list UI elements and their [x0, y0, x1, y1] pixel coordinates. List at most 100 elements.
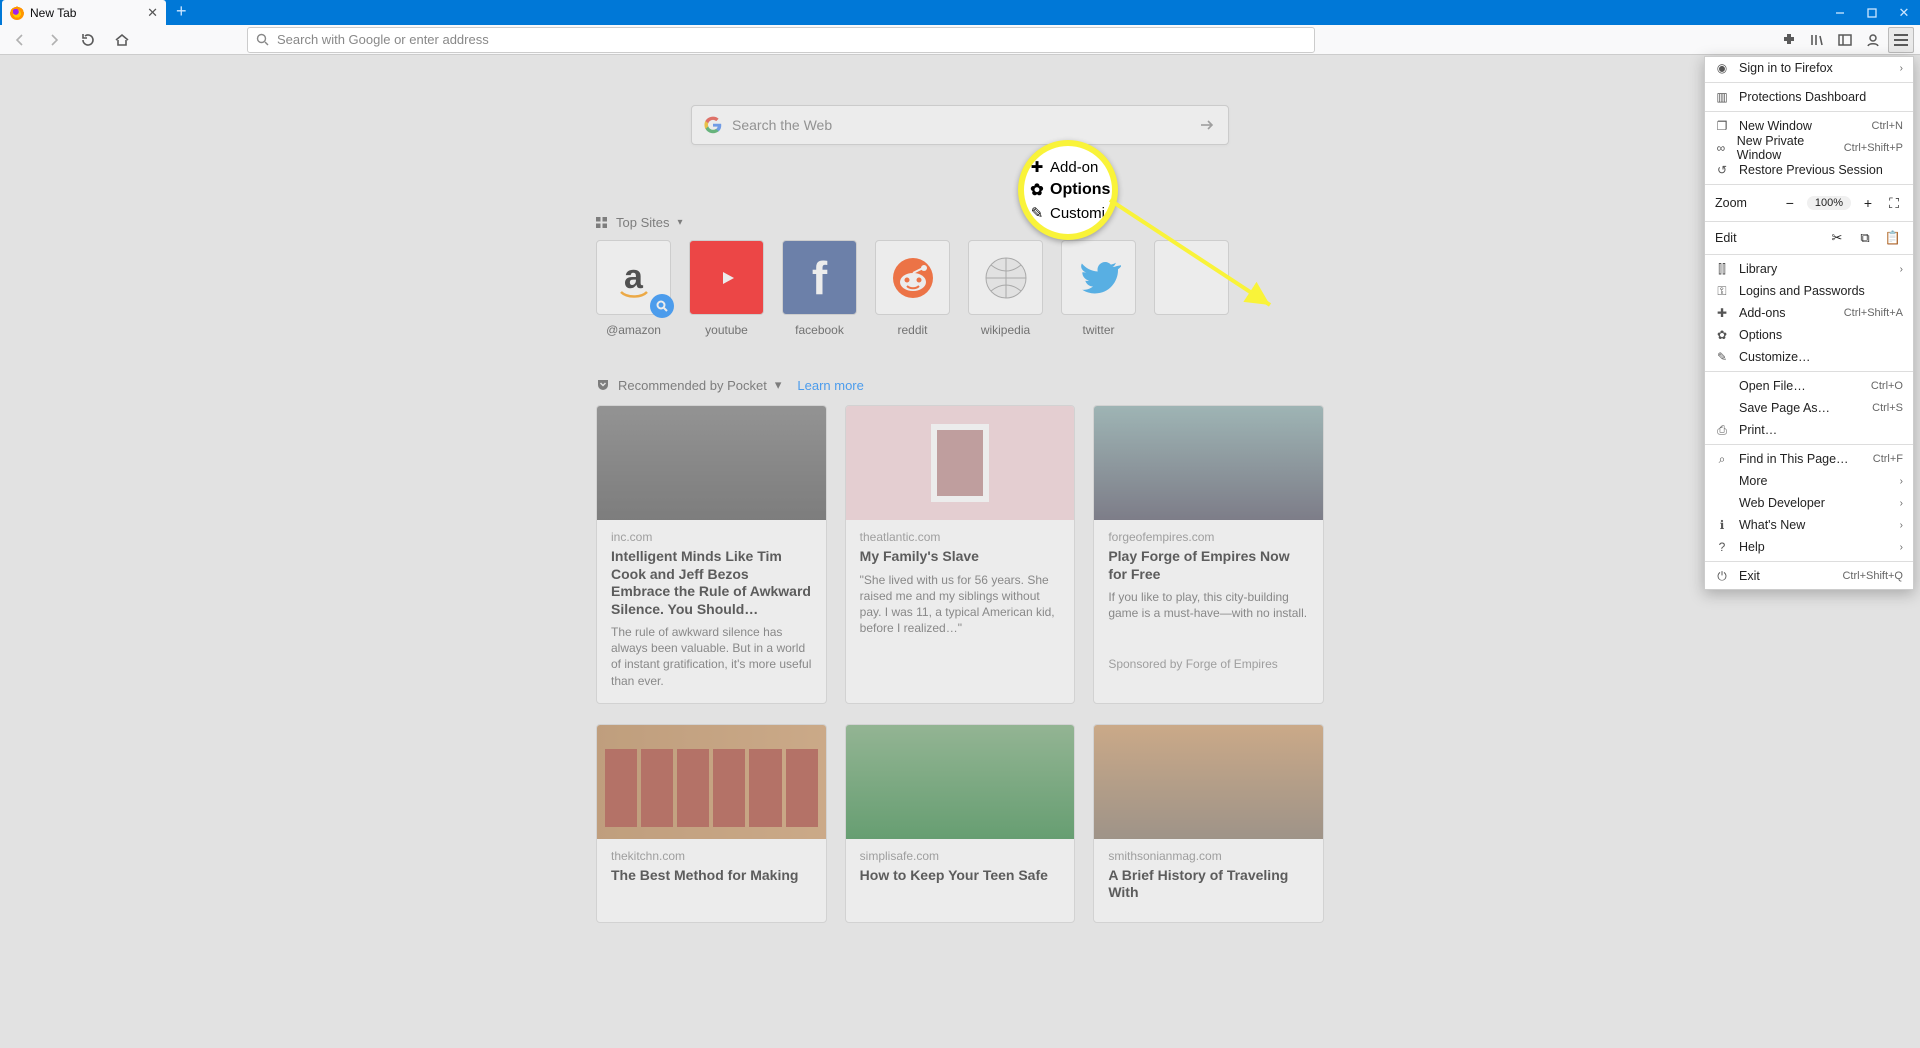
home-button[interactable] [108, 26, 136, 54]
menu-exit[interactable]: ⏻ExitCtrl+Shift+Q [1705, 565, 1913, 587]
paste-button[interactable]: 📋 [1883, 230, 1903, 246]
account-icon[interactable] [1860, 27, 1886, 53]
menu-label: Protections Dashboard [1739, 90, 1866, 104]
menu-label: Web Developer [1739, 496, 1825, 510]
menu-addons[interactable]: ✚ Add-ons Ctrl+Shift+A [1705, 302, 1913, 324]
browser-tab[interactable]: New Tab ✕ [2, 0, 166, 25]
menu-logins[interactable]: ⚿ Logins and Passwords [1705, 280, 1913, 302]
search-icon: ⌕ [1715, 452, 1729, 467]
menu-label: Find in This Page… [1739, 452, 1849, 466]
menu-button[interactable] [1888, 27, 1914, 53]
menu-zoom: Zoom − 100% + ⛶ [1705, 188, 1913, 218]
fullscreen-icon[interactable]: ⛶ [1885, 195, 1903, 212]
menu-help[interactable]: ?Help› [1705, 536, 1913, 558]
nav-toolbar: Search with Google or enter address [0, 25, 1920, 55]
chevron-right-icon: › [1900, 264, 1903, 275]
menu-edit: Edit ✂ ⧉ 📋 [1705, 225, 1913, 251]
menu-find[interactable]: ⌕ Find in This Page… Ctrl+F [1705, 448, 1913, 470]
menu-shortcut: Ctrl+Shift+P [1844, 142, 1903, 154]
paintbrush-icon: ✎ [1030, 204, 1044, 222]
menu-label: Sign in to Firefox [1739, 61, 1833, 75]
library-icon[interactable] [1804, 27, 1830, 53]
menu-print[interactable]: ⎙ Print… [1705, 419, 1913, 441]
reload-button[interactable] [74, 26, 102, 54]
search-icon [256, 33, 269, 46]
window-controls: ✕ [1824, 0, 1920, 25]
menu-customize[interactable]: ✎Customize… [1705, 346, 1913, 368]
window-icon: ❐ [1715, 119, 1729, 133]
url-bar[interactable]: Search with Google or enter address [247, 27, 1315, 53]
shield-icon: ▥ [1715, 90, 1729, 104]
instructional-callout: ✚ Add-on ✿ Options ✎ Customi [1018, 140, 1118, 240]
maximize-button[interactable] [1856, 0, 1888, 25]
menu-label: Options [1739, 328, 1782, 342]
chevron-right-icon: › [1900, 476, 1903, 487]
zoom-value: 100% [1807, 196, 1851, 210]
menu-label: What's New [1739, 518, 1805, 532]
menu-shortcut: Ctrl+N [1872, 120, 1903, 132]
library-icon: ⫿⫿ [1715, 262, 1729, 277]
menu-label: Save Page As… [1739, 401, 1830, 415]
zoom-out-button[interactable]: − [1781, 195, 1799, 211]
menu-label: New Private Window [1737, 134, 1834, 162]
extensions-icon[interactable] [1776, 27, 1802, 53]
callout-addons: Add-on [1050, 159, 1098, 176]
forward-button[interactable] [40, 26, 68, 54]
menu-label: Print… [1739, 423, 1777, 437]
gear-icon: ✿ [1715, 328, 1729, 342]
modal-dimmer [0, 55, 1920, 1048]
sidebar-icon[interactable] [1832, 27, 1858, 53]
copy-button[interactable]: ⧉ [1855, 230, 1875, 246]
puzzle-icon: ✚ [1030, 158, 1044, 176]
back-button[interactable] [6, 26, 34, 54]
power-icon: ⏻ [1715, 569, 1729, 584]
chevron-right-icon: › [1900, 498, 1903, 509]
account-icon: ◉ [1715, 61, 1729, 75]
tab-close-button[interactable]: ✕ [147, 5, 158, 21]
menu-sign-in[interactable]: ◉Sign in to Firefox› [1705, 57, 1913, 79]
gear-icon: ✿ [1030, 180, 1044, 200]
menu-label: New Window [1739, 119, 1812, 133]
menu-save-page[interactable]: Save Page As…Ctrl+S [1705, 397, 1913, 419]
urlbar-placeholder: Search with Google or enter address [277, 32, 489, 47]
key-icon: ⚿ [1715, 284, 1729, 299]
menu-web-developer[interactable]: Web Developer › [1705, 492, 1913, 514]
mask-icon: ∞ [1715, 141, 1727, 155]
tab-title: New Tab [30, 6, 76, 20]
menu-label: Open File… [1739, 379, 1806, 393]
chevron-right-icon: › [1900, 520, 1903, 531]
menu-label: Exit [1739, 569, 1760, 583]
menu-options[interactable]: ✿ Options [1705, 324, 1913, 346]
cut-button[interactable]: ✂ [1827, 230, 1847, 246]
menu-shortcut: Ctrl+F [1873, 453, 1903, 465]
new-tab-button[interactable]: + [166, 0, 197, 22]
callout-customize: Customi [1050, 205, 1105, 222]
close-window-button[interactable]: ✕ [1888, 0, 1920, 25]
menu-protections[interactable]: ▥ Protections Dashboard [1705, 86, 1913, 108]
callout-options: Options [1050, 181, 1110, 199]
gift-icon: ℹ [1715, 518, 1729, 532]
menu-label: Add-ons [1739, 306, 1786, 320]
menu-open-file[interactable]: Open File…Ctrl+O [1705, 375, 1913, 397]
puzzle-icon: ✚ [1715, 306, 1729, 320]
restore-icon: ↺ [1715, 163, 1729, 177]
menu-more[interactable]: More › [1705, 470, 1913, 492]
menu-restore-session[interactable]: ↺ Restore Previous Session [1705, 159, 1913, 181]
menu-shortcut: Ctrl+Shift+A [1844, 307, 1903, 319]
zoom-label: Zoom [1715, 196, 1773, 210]
edit-label: Edit [1715, 231, 1819, 245]
minimize-button[interactable] [1824, 0, 1856, 25]
menu-library[interactable]: ⫿⫿Library› [1705, 258, 1913, 280]
menu-label: More [1739, 474, 1767, 488]
print-icon: ⎙ [1715, 423, 1729, 438]
titlebar: New Tab ✕ + ✕ [0, 0, 1920, 25]
help-icon: ? [1715, 540, 1729, 554]
firefox-icon [10, 6, 24, 20]
menu-label: Restore Previous Session [1739, 163, 1883, 177]
menu-whats-new[interactable]: ℹ What's New › [1705, 514, 1913, 536]
paintbrush-icon: ✎ [1715, 350, 1729, 364]
menu-private-window[interactable]: ∞ New Private Window Ctrl+Shift+P [1705, 137, 1913, 159]
chevron-right-icon: › [1900, 542, 1903, 553]
menu-label: Logins and Passwords [1739, 284, 1865, 298]
zoom-in-button[interactable]: + [1859, 195, 1877, 211]
